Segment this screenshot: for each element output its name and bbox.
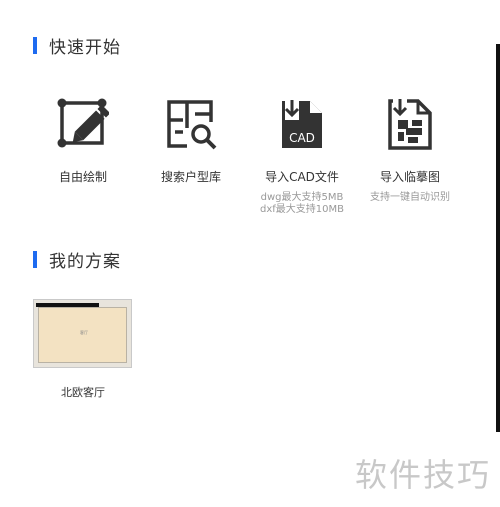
plan-thumbnail[interactable]: 客厅: [33, 299, 132, 368]
accent-bar: [33, 250, 37, 268]
plan-card[interactable]: 客厅 北欧客厅: [33, 299, 133, 400]
trace-auto-recognize-note: 支持一键自动识别: [370, 192, 450, 203]
watermark: 软件技巧: [355, 456, 492, 494]
floorplan-search-icon: [167, 100, 217, 150]
cad-icon-text: CAD: [289, 131, 315, 145]
plan-name[interactable]: 北欧客厅: [33, 384, 133, 400]
trace-image-import-icon: [388, 99, 432, 150]
quick-start-heading: 快速开始: [33, 35, 121, 58]
free-draw-label: 自由绘制: [58, 170, 107, 184]
search-floorplan-tile[interactable]: 搜索户型库: [136, 98, 246, 185]
cad-file-import-icon: CAD: [282, 100, 322, 148]
free-draw-icon: [57, 98, 109, 148]
cad-dxf-limit: dxf最大支持10MB: [260, 204, 344, 215]
my-plans-heading: 我的方案: [33, 249, 121, 272]
import-trace-tile[interactable]: 导入临摹图 支持一键自动识别: [355, 98, 465, 204]
import-cad-label: 导入CAD文件: [265, 170, 339, 184]
window-right-edge: [496, 44, 500, 432]
my-plans-title: 我的方案: [49, 251, 121, 272]
quick-start-title: 快速开始: [49, 37, 121, 58]
plan-room-label: 客厅: [80, 330, 88, 335]
search-floorplan-label: 搜索户型库: [160, 170, 221, 184]
free-draw-tile[interactable]: 自由绘制: [28, 98, 138, 185]
cad-dwg-limit: dwg最大支持5MB: [260, 192, 344, 203]
accent-bar: [33, 36, 37, 54]
import-trace-label: 导入临摹图: [379, 170, 440, 184]
import-cad-tile[interactable]: CAD 导入CAD文件 dwg最大支持5MB dxf最大支持10MB: [247, 98, 357, 216]
